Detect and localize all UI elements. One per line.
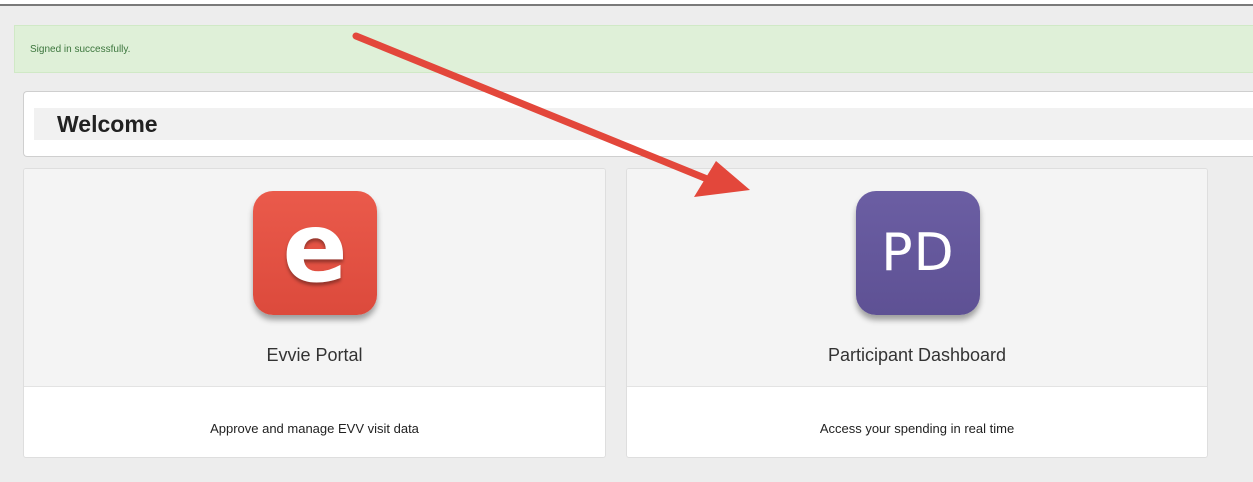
participant-dashboard-app-icon[interactable]: PD: [856, 191, 980, 315]
card-description: Approve and manage EVV visit data: [210, 421, 419, 436]
evvie-app-icon[interactable]: e: [253, 191, 377, 315]
card-header: e Evvie Portal: [24, 169, 605, 387]
top-border: [0, 0, 1253, 6]
participant-dashboard-card[interactable]: PD Participant Dashboard Access your spe…: [626, 168, 1208, 458]
evvie-portal-card[interactable]: e Evvie Portal Approve and manage EVV vi…: [23, 168, 606, 458]
card-title[interactable]: Participant Dashboard: [627, 345, 1207, 366]
card-title[interactable]: Evvie Portal: [24, 345, 605, 366]
alert-message: Signed in successfully.: [30, 44, 131, 55]
success-alert: Signed in successfully.: [14, 25, 1253, 73]
card-description: Access your spending in real time: [819, 421, 1015, 436]
welcome-panel: Welcome: [23, 91, 1253, 157]
card-header: PD Participant Dashboard: [627, 169, 1207, 387]
page-title: Welcome: [34, 108, 1253, 140]
pd-icon-letters: PD: [881, 223, 955, 283]
evvie-icon-letter: e: [282, 192, 348, 304]
